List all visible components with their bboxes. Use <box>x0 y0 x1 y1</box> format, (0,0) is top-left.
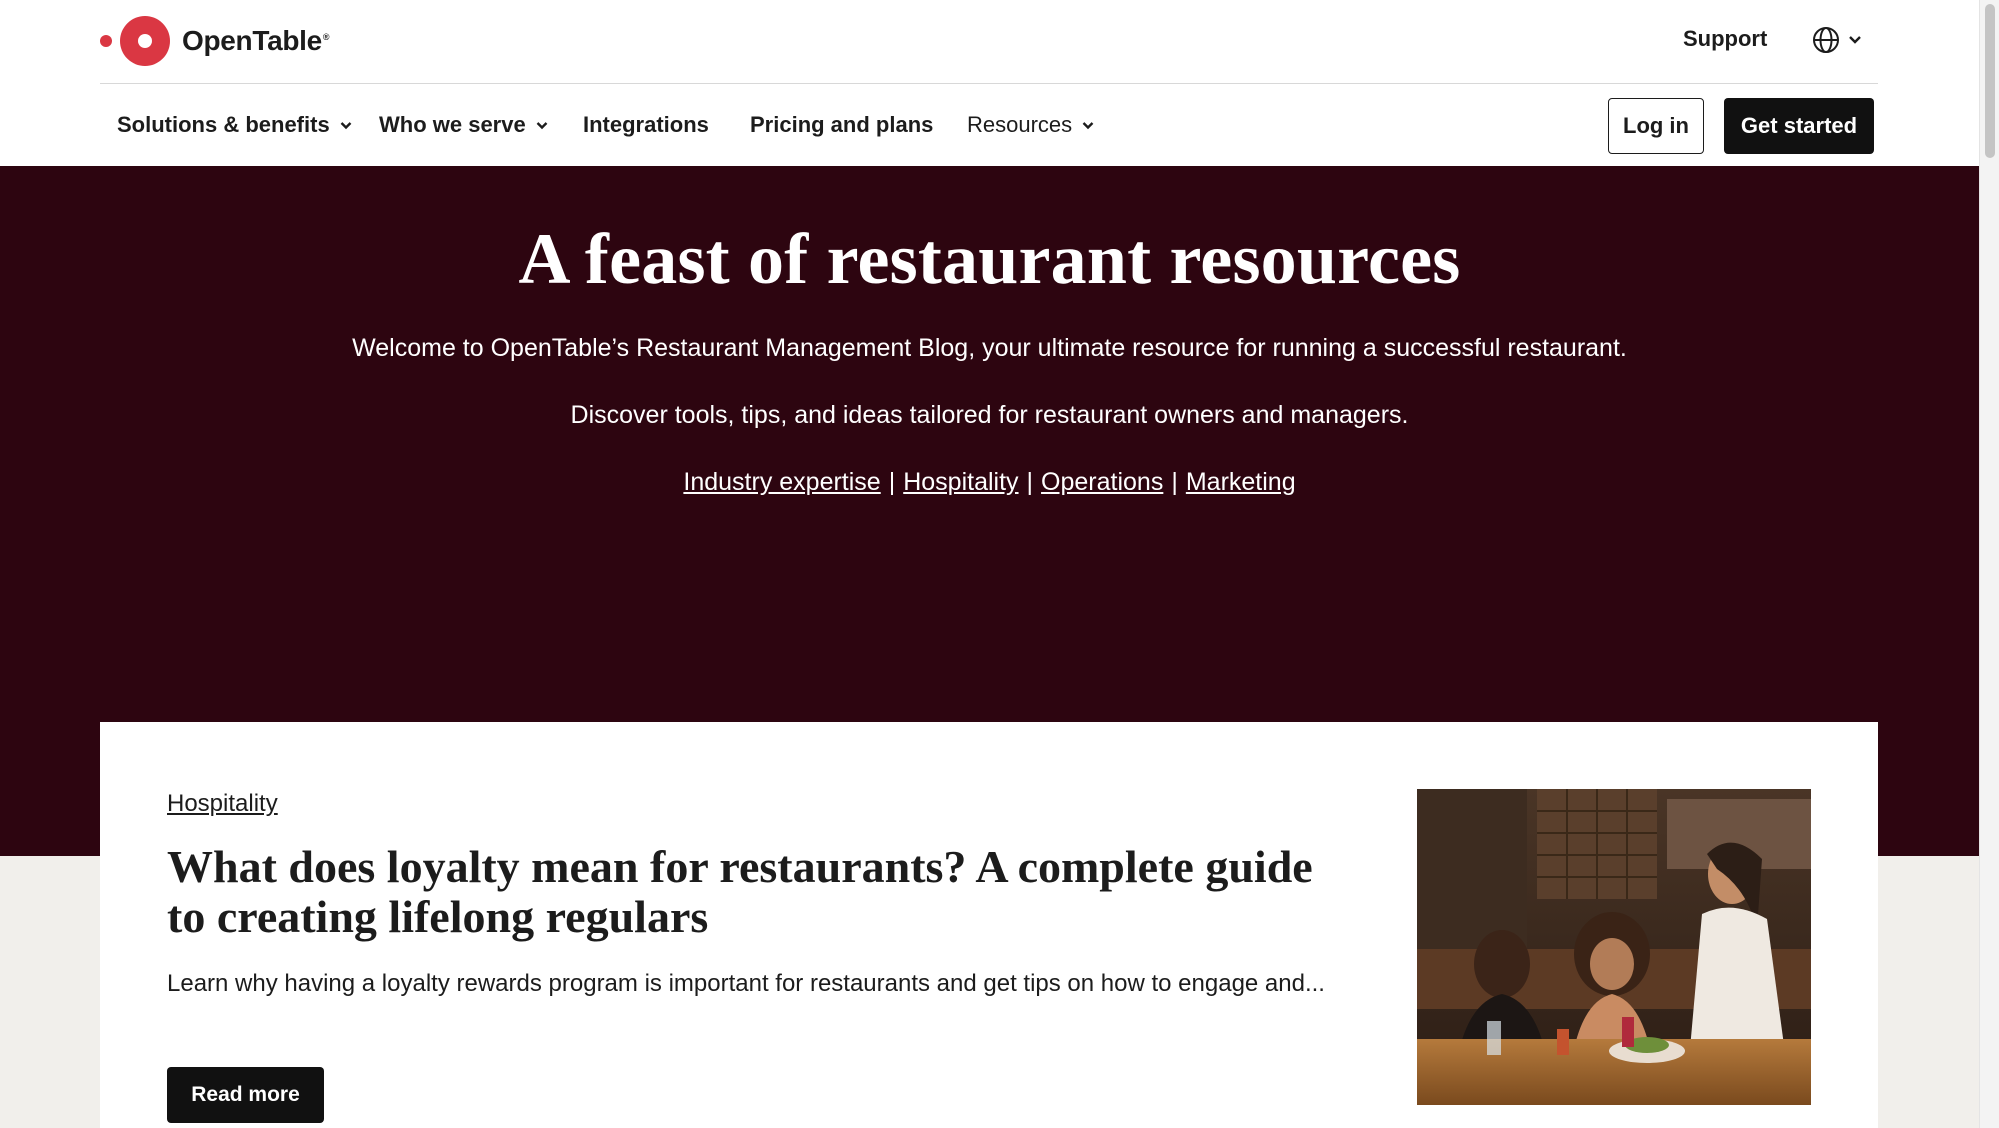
hero-subintro: Discover tools, tips, and ideas tailored… <box>570 401 1409 429</box>
page-scrollbar[interactable] <box>1979 0 1999 1128</box>
logo-small-dot <box>100 35 112 47</box>
article-description: Learn why having a loyalty rewards progr… <box>167 970 1325 997</box>
link-industry-expertise[interactable]: Industry expertise <box>683 468 880 496</box>
article-category-link[interactable]: Hospitality <box>167 790 278 818</box>
logo-wordmark: OpenTable® <box>182 25 330 56</box>
get-started-button[interactable]: Get started <box>1724 98 1874 154</box>
article-title[interactable]: What does loyalty mean for restaurants? … <box>167 842 1347 942</box>
hero-intro: Welcome to OpenTable’s Restaurant Manage… <box>352 334 1627 362</box>
link-hospitality[interactable]: Hospitality <box>903 468 1018 496</box>
nav-label: Resources <box>967 112 1073 137</box>
nav-resources[interactable]: Resources <box>967 112 1094 138</box>
scrollbar-thumb[interactable] <box>1985 4 1995 158</box>
chevron-down-icon <box>1849 36 1861 44</box>
restaurant-photo-illustration <box>1417 789 1811 1105</box>
page-title: A feast of restaurant resources <box>518 219 1461 299</box>
separator: | <box>1171 468 1178 496</box>
nav-who-we-serve[interactable]: Who we serve <box>379 112 548 138</box>
support-link[interactable]: Support <box>1683 26 1767 52</box>
chevron-down-icon <box>340 121 352 129</box>
main-nav: Solutions & benefits Who we serve Integr… <box>100 85 1878 166</box>
opentable-logo[interactable]: OpenTable® <box>100 16 330 66</box>
separator: | <box>1026 468 1034 496</box>
language-selector[interactable] <box>1812 26 1862 54</box>
link-operations[interactable]: Operations <box>1041 468 1163 496</box>
globe-icon <box>1813 27 1839 53</box>
nav-label: Who we serve <box>379 112 526 137</box>
page: OpenTable® Support Solutions & benefits … <box>0 0 1999 1128</box>
logo-big-dot <box>120 16 170 66</box>
read-more-button[interactable]: Read more <box>167 1067 324 1123</box>
login-button[interactable]: Log in <box>1608 98 1704 154</box>
nav-solutions-benefits[interactable]: Solutions & benefits <box>117 112 352 138</box>
chevron-down-icon <box>536 121 548 129</box>
nav-label: Solutions & benefits <box>117 112 330 137</box>
link-marketing[interactable]: Marketing <box>1186 468 1296 496</box>
separator: | <box>888 468 896 496</box>
chevron-down-icon <box>1082 121 1094 129</box>
top-bar: OpenTable® Support <box>100 0 1878 84</box>
article-image[interactable] <box>1417 789 1811 1105</box>
nav-label: Pricing and plans <box>750 112 934 137</box>
featured-article-card: Hospitality What does loyalty mean for r… <box>100 722 1878 1128</box>
nav-integrations[interactable]: Integrations <box>583 112 709 138</box>
nav-pricing-plans[interactable]: Pricing and plans <box>750 112 933 138</box>
nav-label: Integrations <box>583 112 709 137</box>
category-links: Industry expertise | Hospitality | Operation… <box>0 468 1979 497</box>
